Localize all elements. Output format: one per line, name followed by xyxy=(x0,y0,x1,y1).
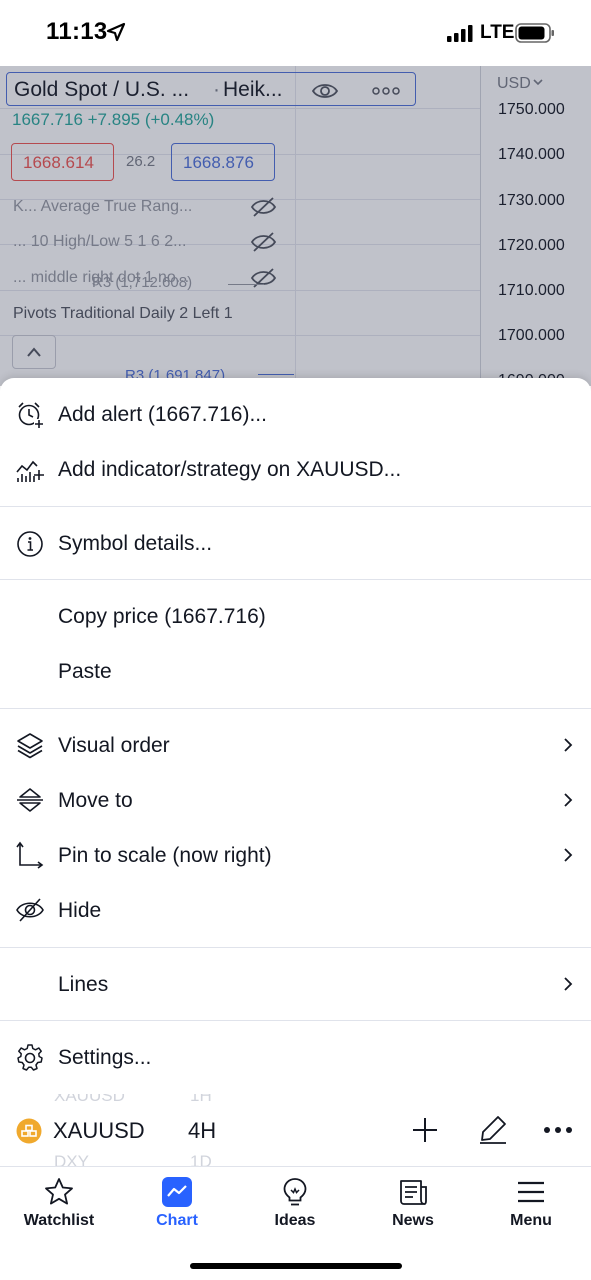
menu-item-paste[interactable]: Paste xyxy=(0,644,591,699)
chevron-right-icon xyxy=(564,793,573,807)
menu-item-pin-to-scale[interactable]: Pin to scale (now right) xyxy=(0,828,591,883)
home-indicator xyxy=(190,1263,402,1269)
ghost-interval-next: 1D xyxy=(190,1152,212,1166)
context-menu: Add alert (1667.716)... Add indicator/st… xyxy=(0,378,591,1094)
more-horizontal-icon[interactable] xyxy=(543,1126,573,1134)
menu-label: Lines xyxy=(58,973,109,996)
location-arrow-icon xyxy=(106,22,126,42)
hamburger-icon xyxy=(518,1181,544,1203)
menu-divider xyxy=(0,506,591,507)
status-time: 11:13 xyxy=(46,18,108,45)
menu-item-copy-price[interactable]: Copy price (1667.716) xyxy=(0,589,591,644)
star-icon xyxy=(45,1178,73,1205)
tab-menu[interactable]: Menu xyxy=(472,1167,590,1237)
ghost-symbol-next: DXY xyxy=(54,1152,89,1166)
chart-icon xyxy=(162,1177,192,1207)
tab-ideas[interactable]: Ideas xyxy=(236,1167,354,1237)
menu-label: Move to xyxy=(58,789,133,812)
tab-news[interactable]: News xyxy=(354,1167,472,1237)
chevron-right-icon xyxy=(564,977,573,991)
menu-label: Settings... xyxy=(58,1046,152,1069)
tab-label: Ideas xyxy=(274,1212,316,1229)
ghost-symbol-prev: XAUUSD xyxy=(54,1094,125,1105)
modal-backdrop[interactable] xyxy=(0,66,591,386)
gold-symbol-icon xyxy=(16,1118,42,1144)
symbol-toolbar: XAUUSD 1H XAUUSD 4H DXY 1D xyxy=(0,1094,591,1166)
battery-icon xyxy=(515,23,554,43)
menu-divider xyxy=(0,1020,591,1021)
menu-item-add-alert[interactable]: Add alert (1667.716)... xyxy=(0,387,591,442)
menu-label: Copy price (1667.716) xyxy=(58,605,266,628)
move-to-icon xyxy=(17,788,43,812)
interval-selector[interactable]: 4H xyxy=(188,1118,216,1144)
menu-item-visual-order[interactable]: Visual order xyxy=(0,718,591,773)
menu-divider xyxy=(0,579,591,580)
symbol-selector[interactable]: XAUUSD xyxy=(53,1118,145,1144)
menu-item-hide[interactable]: Hide xyxy=(0,883,591,938)
menu-label: Add alert (1667.716)... xyxy=(58,403,267,426)
menu-item-symbol-details[interactable]: Symbol details... xyxy=(0,516,591,571)
menu-label: Add indicator/strategy on XAUUSD... xyxy=(58,458,402,481)
info-icon xyxy=(17,531,43,557)
chevron-right-icon xyxy=(564,848,573,862)
tab-watchlist[interactable]: Watchlist xyxy=(0,1167,118,1237)
menu-label: Paste xyxy=(58,660,112,683)
bulb-icon xyxy=(283,1178,307,1206)
menu-item-settings[interactable]: Settings... xyxy=(0,1030,591,1085)
menu-item-add-indicator[interactable]: Add indicator/strategy on XAUUSD... xyxy=(0,442,591,497)
tab-label: Chart xyxy=(156,1212,198,1229)
gear-icon xyxy=(17,1044,43,1071)
ghost-interval-prev: 1H xyxy=(190,1094,212,1105)
layers-icon xyxy=(17,733,43,759)
pin-scale-icon xyxy=(16,841,44,869)
tab-label: Menu xyxy=(510,1212,552,1229)
drawing-tools-icon[interactable] xyxy=(477,1113,509,1145)
network-type: LTE xyxy=(480,22,515,43)
menu-label: Pin to scale (now right) xyxy=(58,844,272,867)
tab-label: News xyxy=(392,1212,434,1229)
chevron-right-icon xyxy=(564,738,573,752)
tab-chart[interactable]: Chart xyxy=(118,1167,236,1237)
status-bar: 11:13 LTE xyxy=(0,0,591,66)
menu-item-move-to[interactable]: Move to xyxy=(0,773,591,828)
menu-label: Symbol details... xyxy=(58,532,213,555)
plus-icon[interactable] xyxy=(411,1116,439,1144)
menu-divider xyxy=(0,947,591,948)
menu-divider xyxy=(0,708,591,709)
alarm-plus-icon xyxy=(18,402,44,429)
tab-label: Watchlist xyxy=(23,1212,95,1229)
menu-label: Visual order xyxy=(58,734,170,757)
tab-bar: Watchlist Chart Ideas News Menu xyxy=(0,1166,591,1280)
indicator-plus-icon xyxy=(16,460,44,482)
menu-label: Hide xyxy=(58,899,102,922)
menu-item-lines[interactable]: Lines xyxy=(0,957,591,1012)
eye-off-icon xyxy=(16,898,44,922)
cell-signal-icon xyxy=(447,25,473,42)
news-icon xyxy=(400,1180,427,1205)
